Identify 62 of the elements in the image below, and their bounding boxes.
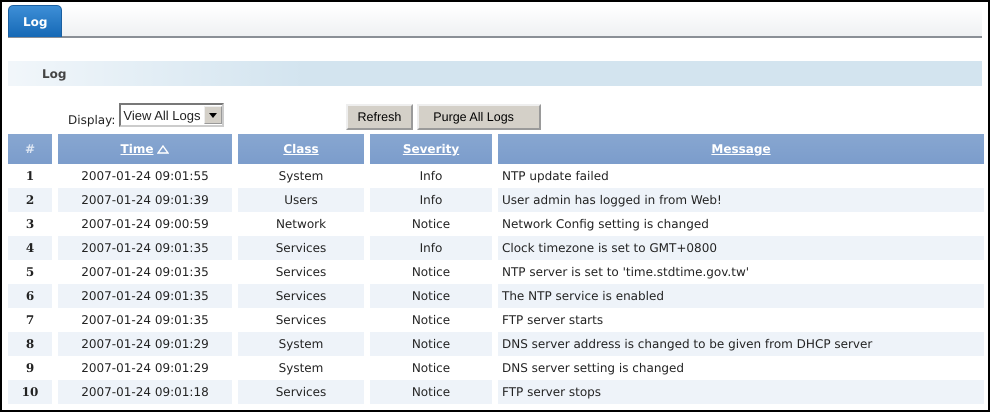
- table-cell-text: 2007-01-24 09:01:55: [80, 168, 210, 185]
- table-cell: Clock timezone is set to GMT+0800: [498, 236, 984, 260]
- table-cell-text: 5: [24, 264, 36, 281]
- table-cell: 2007-01-24 09:01:29: [58, 332, 232, 356]
- table-cell: Services: [238, 284, 364, 308]
- table-cell: Users: [238, 188, 364, 212]
- table-cell-text: 2007-01-24 09:01:29: [80, 360, 210, 377]
- table-cell: Info: [370, 236, 492, 260]
- table-cell-text: 9: [24, 360, 36, 377]
- table-cell: Info: [370, 188, 492, 212]
- table-cell-text: Notice: [410, 312, 452, 329]
- table-cell-text: 2007-01-24 09:00:59: [80, 216, 210, 233]
- table-cell-text: Network: [274, 216, 328, 233]
- column-header-link[interactable]: Time: [120, 142, 170, 156]
- section-title: Log: [42, 66, 66, 80]
- table-cell-text: 1: [24, 168, 36, 185]
- table-cell: 2: [8, 188, 52, 212]
- table-cell: User admin has logged in from Web!: [498, 188, 984, 212]
- table-cell: 2007-01-24 09:01:39: [58, 188, 232, 212]
- table-cell: 8: [8, 332, 52, 356]
- table-cell: Notice: [370, 380, 492, 404]
- table-cell: 2007-01-24 09:01:35: [58, 284, 232, 308]
- table-cell-text: System: [278, 168, 324, 185]
- sort-ascending-icon: [157, 144, 170, 154]
- table-cell: 2007-01-24 09:01:18: [58, 380, 232, 404]
- table-cell-text: 3: [24, 216, 36, 233]
- table-cell-text: DNS server setting is changed: [501, 360, 686, 377]
- column-header-link[interactable]: Class: [283, 142, 319, 156]
- display-label: Display:: [68, 113, 116, 129]
- table-cell-text: NTP update failed: [501, 168, 610, 185]
- table-cell: FTP server stops: [498, 380, 984, 404]
- table-cell: 10: [8, 380, 52, 404]
- column-header-link[interactable]: Message: [711, 142, 771, 156]
- table-cell: Services: [238, 380, 364, 404]
- refresh-button[interactable]: Refresh: [346, 104, 414, 130]
- purge-button[interactable]: Purge All Logs: [417, 104, 541, 130]
- table-cell: 2007-01-24 09:01:35: [58, 236, 232, 260]
- table-cell-text: Notice: [410, 216, 452, 233]
- table-cell: Notice: [370, 284, 492, 308]
- table-cell: DNS server address is changed to be given from DHCP server: [498, 332, 984, 356]
- table-cell-text: Notice: [410, 264, 452, 281]
- table-cell-text: 2007-01-24 09:01:35: [80, 264, 210, 281]
- column-header: #: [8, 134, 52, 164]
- table-cell: The NTP service is enabled: [498, 284, 984, 308]
- table-cell: Notice: [370, 332, 492, 356]
- table-cell-text: Notice: [410, 360, 452, 377]
- table-cell-text: FTP server starts: [501, 312, 604, 329]
- column-header-link[interactable]: Severity: [402, 142, 460, 156]
- display-select[interactable]: View All Logs: [119, 103, 224, 127]
- tab[interactable]: Log: [8, 5, 62, 37]
- table-cell-text: Info: [418, 168, 444, 185]
- table-cell-text: 2007-01-24 09:01:35: [80, 312, 210, 329]
- table-cell-text: Services: [274, 264, 328, 281]
- table-cell: 4: [8, 236, 52, 260]
- table-cell: System: [238, 332, 364, 356]
- table-cell-text: 7: [24, 312, 36, 329]
- table-cell-text: NTP server is set to 'time.stdtime.gov.tw': [501, 264, 750, 281]
- table-cell: 6: [8, 284, 52, 308]
- table-cell: Services: [238, 236, 364, 260]
- table-cell-text: Network Config setting is changed: [501, 216, 710, 233]
- table-cell-text: System: [278, 360, 324, 377]
- table-cell-text: Services: [274, 312, 328, 329]
